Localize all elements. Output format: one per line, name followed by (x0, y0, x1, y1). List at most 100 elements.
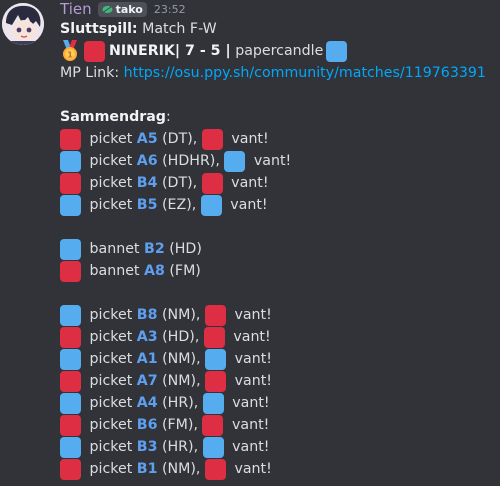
pick-row: picket B8 (NM), vant! (60, 304, 272, 326)
blue-team-square (326, 40, 348, 62)
mod-text: (NM), (157, 307, 205, 323)
mod-text: (EZ), (157, 197, 201, 213)
red-team-square (84, 40, 105, 62)
mod-text: (FM), (157, 417, 203, 433)
mod-text: (FM) (164, 263, 201, 279)
pick-row: picket B6 (FM), vant! (60, 414, 269, 436)
won-text: vant! (227, 395, 270, 411)
summary-heading: Sammendrag: (60, 106, 171, 128)
stage-label: Sluttspill: (60, 21, 138, 37)
mod-text: (NM), (157, 373, 206, 389)
mp-link-label: MP Link: (60, 65, 124, 81)
action-text: picket (85, 153, 137, 169)
red-team-square (60, 458, 81, 480)
won-text: vant! (227, 417, 270, 433)
action-text: bannet (85, 241, 144, 257)
action-text: picket (85, 131, 137, 147)
summary-label: Sammendrag (60, 109, 166, 125)
mp-link-line: MP Link: https://osu.ppy.sh/community/ma… (60, 62, 486, 84)
ban-row: bannet B2 (HD) (60, 238, 202, 260)
won-text: vant! (230, 351, 272, 367)
won-text: vant! (249, 153, 292, 169)
pick-row: picket B4 (DT), vant! (60, 172, 269, 194)
map-code: B1 (136, 461, 158, 477)
won-text: vant! (230, 373, 272, 389)
won-text: vant! (229, 307, 272, 323)
summary-colon: : (165, 109, 171, 125)
blue-team-square (60, 436, 81, 458)
winner-square (204, 304, 226, 326)
action-text: picket (85, 351, 137, 367)
red-team-square (60, 326, 81, 348)
map-code: A7 (136, 373, 158, 389)
mp-link[interactable]: https://osu.ppy.sh/community/matches/119… (124, 65, 486, 81)
avatar[interactable] (2, 3, 44, 45)
winner-square (201, 128, 223, 150)
winner-square (203, 326, 225, 348)
blue-team-square (60, 238, 81, 260)
message-header: Tien tako 23:52 (60, 0, 186, 18)
red-team-square (60, 172, 81, 194)
won-text: vant! (229, 461, 272, 477)
map-code: A5 (136, 131, 158, 147)
stage-value: Match F-W (137, 21, 217, 37)
map-code: B6 (136, 417, 158, 433)
map-code: A4 (136, 395, 158, 411)
gold-medal-icon: 1 (63, 40, 77, 61)
pick-row: picket A4 (HR), vant! (60, 392, 270, 414)
won-text: vant! (225, 197, 268, 213)
avatar-image (2, 3, 44, 45)
map-code: B2 (144, 241, 165, 257)
mod-text: (HR), (157, 439, 203, 455)
map-code: B8 (136, 307, 158, 323)
timestamp[interactable]: 23:52 (154, 3, 186, 16)
won-text: vant! (226, 131, 269, 147)
mod-text: (NM), (157, 461, 205, 477)
action-text: picket (85, 175, 137, 191)
winner-square (200, 194, 222, 216)
winner-square (204, 458, 226, 480)
action-text: bannet (85, 263, 144, 279)
action-text: picket (85, 395, 137, 411)
blue-team-square (60, 194, 81, 216)
pick-row: picket B1 (NM), vant! (60, 458, 272, 480)
red-team-square (60, 370, 81, 392)
red-team-square (60, 260, 81, 282)
winner-square (205, 370, 227, 392)
winner-square (202, 414, 224, 436)
ban-row: bannet A8 (FM) (60, 260, 201, 282)
winner-square (205, 348, 227, 370)
blue-team-square (60, 304, 81, 326)
username[interactable]: Tien (60, 0, 92, 18)
mod-text: (HDHR), (157, 153, 225, 169)
red-team-square (60, 128, 81, 150)
pick-row: picket A7 (NM), vant! (60, 370, 272, 392)
winner-square (201, 172, 223, 194)
map-code: A1 (136, 351, 158, 367)
map-code: A8 (144, 263, 165, 279)
action-text: picket (85, 197, 137, 213)
blue-team-square (60, 392, 81, 414)
action-text: picket (85, 417, 137, 433)
won-text: vant! (226, 175, 269, 191)
winner-square (224, 150, 246, 172)
pick-row: picket A3 (HD), vant! (60, 326, 271, 348)
map-code: A3 (136, 329, 158, 345)
mod-text: (HD), (157, 329, 204, 345)
map-code: B5 (136, 197, 158, 213)
winner-square (202, 436, 224, 458)
pick-row: picket A5 (DT), vant! (60, 128, 269, 150)
mod-text: (HD) (164, 241, 202, 257)
mod-text: (DT), (157, 131, 202, 147)
action-text: picket (85, 307, 137, 323)
mod-text: (NM), (157, 351, 206, 367)
score-line: 1 NINERIK | 7 - 5 | papercandle (60, 40, 351, 62)
map-code: B4 (136, 175, 158, 191)
blue-team-name: papercandle (230, 43, 324, 59)
server-tag[interactable]: tako (97, 1, 147, 17)
pick-row: picket A1 (NM), vant! (60, 348, 272, 370)
action-text: picket (85, 329, 137, 345)
map-code: B3 (136, 439, 158, 455)
svg-text:1: 1 (67, 51, 73, 60)
action-text: picket (85, 439, 137, 455)
